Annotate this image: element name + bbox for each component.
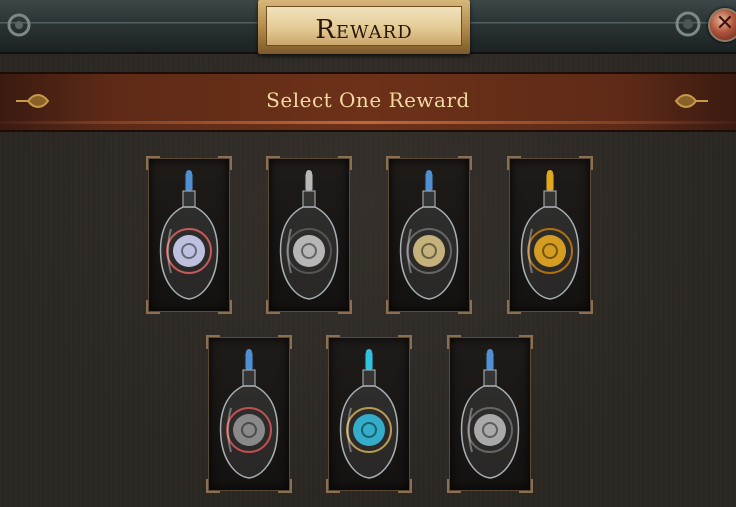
- flask-neck: [543, 190, 557, 208]
- title-plate: Reward: [258, 0, 470, 54]
- flask-emblem: [413, 235, 445, 267]
- reward-card-7[interactable]: [447, 335, 533, 493]
- flask-stopper-knob: [366, 349, 372, 355]
- title-plate-inner: Reward: [266, 6, 462, 46]
- flask-emblem: [173, 235, 205, 267]
- diamond-flask-icon: [159, 170, 219, 300]
- flask-emblem: [353, 414, 385, 446]
- flask-stopper-knob: [186, 170, 192, 176]
- flask-neck: [362, 369, 376, 387]
- flask-neck: [242, 369, 256, 387]
- flask-neck: [483, 369, 497, 387]
- subtitle-banner: Select One Reward: [0, 72, 736, 132]
- flask-stopper-knob: [306, 170, 312, 176]
- flask-neck: [302, 190, 316, 208]
- reward-card-2[interactable]: [266, 156, 352, 314]
- silver-flask-icon: [279, 170, 339, 300]
- reward-card-3[interactable]: [386, 156, 472, 314]
- flask-stopper-knob: [246, 349, 252, 355]
- quicksilver-flask-icon: [399, 170, 459, 300]
- right-flourish-icon: [674, 94, 708, 108]
- flask-emblem: [233, 414, 265, 446]
- close-button[interactable]: ✕: [708, 8, 736, 42]
- ornament-icon: [7, 13, 31, 37]
- flask-emblem: [474, 414, 506, 446]
- subtitle: Select One Reward: [266, 88, 470, 112]
- reward-card-4[interactable]: [507, 156, 593, 314]
- gold-flask-icon: [520, 170, 580, 300]
- gear-icon: [675, 11, 701, 37]
- flask-emblem: [534, 235, 566, 267]
- reward-card-5[interactable]: [206, 335, 292, 493]
- flask-neck: [422, 190, 436, 208]
- flask-stopper-knob: [547, 170, 553, 176]
- reward-card-6[interactable]: [326, 335, 412, 493]
- reward-card-1[interactable]: [146, 156, 232, 314]
- flask-stopper-knob: [487, 349, 493, 355]
- window-title: Reward: [315, 15, 413, 45]
- close-icon: ✕: [715, 11, 735, 36]
- sapphire-flask-icon: [339, 349, 399, 479]
- flask-emblem: [293, 235, 325, 267]
- granite-flask-icon: [219, 349, 279, 479]
- basalt-flask-icon: [460, 349, 520, 479]
- flask-neck: [182, 190, 196, 208]
- flask-stopper-knob: [426, 170, 432, 176]
